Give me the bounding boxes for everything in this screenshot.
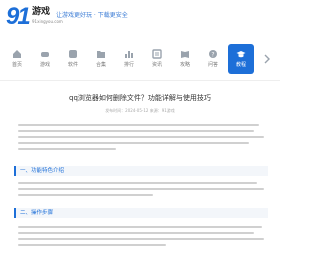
nav-label: 游戏 [39, 62, 50, 68]
home-icon [13, 50, 21, 58]
text-line [18, 142, 250, 144]
text-line [18, 130, 255, 132]
section-heading-text: 二、操作步骤 [20, 210, 54, 216]
nav-label: 首页 [11, 62, 22, 68]
nav-label: 资讯 [151, 62, 162, 68]
nav-item-collections[interactable]: 合集 [88, 44, 114, 74]
nav-item-news[interactable]: 资讯 [144, 44, 170, 74]
app-icon [69, 50, 77, 58]
nav-label: 攻略 [179, 62, 190, 68]
news-icon [152, 49, 162, 59]
text-line [18, 136, 264, 138]
text-line [18, 194, 154, 196]
article-meta: 发布时间：2024-05-12 来源：91游戏 [105, 108, 175, 113]
section-heading: 一、功能特色介绍 [14, 166, 268, 176]
text-line [18, 182, 257, 184]
nav-item-qa[interactable]: ? 问答 [200, 44, 226, 74]
book-icon [181, 51, 189, 58]
logo-number: 91 [6, 3, 31, 30]
article-paragraph [18, 182, 264, 200]
nav-label: 排行 [123, 62, 134, 68]
nav-item-apps[interactable]: 软件 [60, 44, 86, 74]
nav-item-games[interactable]: 游戏 [32, 44, 58, 74]
article-paragraph [18, 124, 264, 154]
question-icon: ? [209, 50, 217, 59]
nav-label: 教程 [235, 62, 246, 68]
nav-item-home[interactable]: 首页 [4, 44, 30, 74]
site-header: 91 游戏 91xingyou.com 让游戏更好玩 · 下载更安全 [0, 0, 280, 38]
section-heading-text: 一、功能特色介绍 [20, 168, 65, 174]
nav-label: 合集 [95, 62, 106, 68]
text-line [18, 232, 255, 234]
text-line [18, 124, 260, 126]
text-line [18, 148, 117, 150]
chart-icon [125, 51, 133, 58]
text-line [18, 238, 264, 240]
nav-label: 问答 [207, 62, 218, 68]
nav-item-rankings[interactable]: 排行 [116, 44, 142, 74]
nav-item-tutorials[interactable]: 教程 [228, 44, 254, 74]
nav-label: 软件 [67, 62, 78, 68]
site-logo[interactable]: 91 游戏 91xingyou.com [6, 3, 63, 30]
main-nav: 首页 游戏 软件 合集 排行 资讯 攻略 ? 问答 教程 [0, 44, 280, 81]
site-slogan: 让游戏更好玩 · 下载更安全 [56, 12, 128, 19]
text-line [18, 244, 166, 246]
arrow-right-icon[interactable] [262, 54, 272, 64]
nav-item-guides[interactable]: 攻略 [172, 44, 198, 74]
text-line [18, 226, 262, 228]
gamepad-icon [41, 52, 49, 57]
section-heading: 二、操作步骤 [14, 208, 268, 218]
article-paragraph [18, 226, 264, 250]
graduation-cap-icon [236, 51, 246, 58]
logo-text: 游戏 [32, 7, 51, 17]
article-title: qq浏览器如何删除文件？功能详解与使用技巧 [69, 94, 211, 102]
svg-text:?: ? [211, 52, 214, 59]
folder-icon [97, 51, 105, 58]
text-line [18, 188, 264, 190]
